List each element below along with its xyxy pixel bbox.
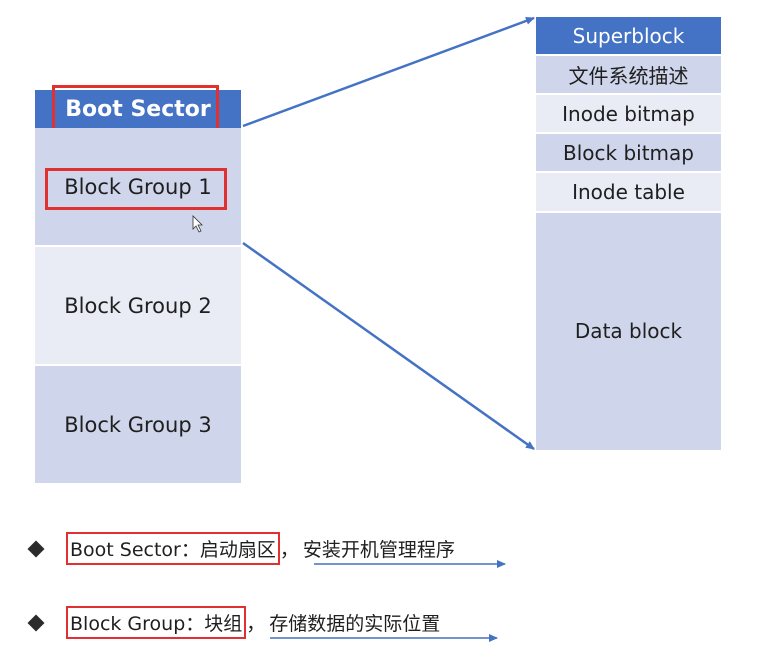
bullet-diamond-icon: [27, 540, 45, 557]
note-2-desc: 存储数据的实际位置: [269, 613, 441, 635]
note-2: Block Group：块组 ， 存储数据的实际位置: [27, 606, 441, 639]
note-1-desc: 安装开机管理程序: [302, 539, 455, 561]
note-1-sep: ，: [279, 539, 299, 561]
note-1-term: Boot Sector：启动扇区: [66, 532, 280, 565]
note-1: Boot Sector：启动扇区 ， 安装开机管理程序: [27, 532, 455, 565]
note-2-term: Block Group：块组: [66, 606, 247, 639]
note-2-sep: ，: [246, 613, 266, 635]
bullet-diamond-icon: [27, 614, 45, 631]
